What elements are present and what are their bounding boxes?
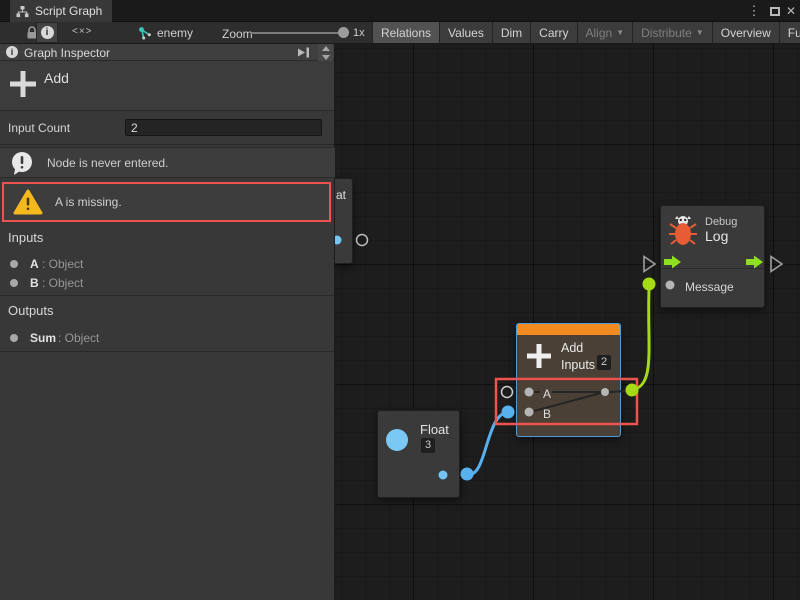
divider <box>0 351 334 352</box>
node-header: Debug Log <box>661 206 764 253</box>
align-dropdown[interactable]: Align▼ <box>578 22 634 43</box>
wire-float-to-b <box>467 412 508 474</box>
dim-button[interactable]: Dim <box>493 22 531 43</box>
port-type: : Object <box>58 331 99 345</box>
wire-sum-to-message <box>632 290 649 390</box>
graph-canvas[interactable]: at Float 3 Add Inputs 2 A B <box>335 44 800 600</box>
node-title: Add Inputs <box>561 340 595 374</box>
node-title-fragment: at <box>336 188 346 202</box>
info-message-text: Node is never entered. <box>47 156 168 170</box>
port-name: A <box>30 257 39 271</box>
selected-node-summary: Add <box>0 61 334 111</box>
plus-icon <box>8 69 38 99</box>
selected-node-title: Add <box>44 70 69 86</box>
divider <box>517 380 620 381</box>
wire-start-dot[interactable] <box>461 468 474 481</box>
node-title: Float <box>420 422 449 437</box>
toolbar: i <×> enemy Zoom 1x Relations Values Dim… <box>0 22 800 44</box>
toolbar-buttons: Relations Values Dim Carry Align▼ Distri… <box>372 22 800 43</box>
chevron-down-icon: ▼ <box>616 28 624 37</box>
graph-breadcrumb-icon <box>138 26 152 40</box>
info-message: Node is never entered. <box>0 147 335 178</box>
info-icon: i <box>41 26 54 39</box>
carry-button[interactable]: Carry <box>531 22 577 43</box>
divider <box>0 295 334 296</box>
input-count-row: Input Count <box>0 112 334 145</box>
input-port-row-a: A : Object <box>0 255 334 273</box>
port-dot-icon <box>10 260 18 268</box>
title-bar: Script Graph ⋮ ✕ <box>0 0 800 22</box>
port-dot-icon <box>10 334 18 342</box>
warning-message: A is missing. <box>2 182 331 222</box>
inspector-title: Graph Inspector <box>24 46 110 60</box>
port-name: B <box>30 276 39 290</box>
plus-icon <box>525 342 553 370</box>
graph-icon <box>16 5 29 18</box>
node-float-partial[interactable]: at <box>335 178 353 264</box>
wires-overlay <box>335 44 800 600</box>
speech-bubble-exclamation-icon <box>9 150 35 176</box>
wire-end-dot[interactable] <box>643 278 656 291</box>
node-debug-log[interactable]: Debug Log Message <box>660 205 765 308</box>
port-label-b: B <box>543 407 551 421</box>
warning-message-text: A is missing. <box>55 195 122 209</box>
full-screen-button[interactable]: Full Screen <box>780 22 800 43</box>
input-count-field[interactable] <box>125 119 322 136</box>
zoom-slider-handle[interactable] <box>338 27 349 38</box>
float-circle-icon <box>386 429 408 451</box>
bug-icon <box>669 213 697 247</box>
input-count-badge: 2 <box>597 355 611 370</box>
flow-out-triangle-icon[interactable] <box>771 257 782 272</box>
zoom-label: Zoom <box>222 27 253 41</box>
outputs-header: Outputs <box>8 303 54 318</box>
inspector-header: i Graph Inspector <box>0 44 334 61</box>
a-input-unconnected-circle[interactable] <box>502 387 513 398</box>
b-input-connection-dot[interactable] <box>502 406 515 419</box>
scroll-up-icon[interactable] <box>318 44 333 52</box>
values-button[interactable]: Values <box>440 22 493 43</box>
float-value-badge[interactable]: 3 <box>421 438 435 453</box>
scroll-down-icon[interactable] <box>318 53 333 61</box>
input-port-row-b: B : Object <box>0 274 334 292</box>
info-icon: i <box>6 46 18 58</box>
window-menu-icon[interactable]: ⋮ <box>746 0 762 22</box>
node-active-strip <box>517 324 620 335</box>
output-port-row-sum: Sum : Object <box>0 329 334 347</box>
zoom-value: 1x <box>353 27 365 39</box>
tab-script-graph[interactable]: Script Graph <box>10 0 112 22</box>
zoom-slider-track[interactable] <box>251 32 341 34</box>
distribute-dropdown[interactable]: Distribute▼ <box>633 22 713 43</box>
breadcrumb[interactable]: enemy <box>138 22 193 43</box>
scroll-spinner[interactable] <box>318 44 333 61</box>
relations-button[interactable]: Relations <box>373 22 440 43</box>
port-type: : Object <box>42 257 83 271</box>
overview-button[interactable]: Overview <box>713 22 780 43</box>
port-dot-icon <box>10 279 18 287</box>
code-preview-icon[interactable]: <×> <box>72 26 93 37</box>
unconnected-port-circle[interactable] <box>357 235 368 246</box>
flow-ports-row <box>661 253 764 269</box>
warning-triangle-icon <box>13 189 43 216</box>
breadcrumb-label: enemy <box>157 26 193 40</box>
window-maximize-icon[interactable] <box>767 0 783 22</box>
input-count-label: Input Count <box>8 121 70 135</box>
message-port-label: Message <box>685 280 734 294</box>
info-toggle-button[interactable]: i <box>36 22 58 43</box>
port-name: Sum <box>30 331 56 345</box>
flow-in-triangle-icon[interactable] <box>644 257 655 272</box>
node-add-inputs[interactable]: Add Inputs 2 A B <box>516 323 621 437</box>
node-title: Debug Log <box>705 216 737 244</box>
chevron-down-icon: ▼ <box>696 28 704 37</box>
port-label-a: A <box>543 387 551 401</box>
sum-output-dot[interactable] <box>626 384 639 397</box>
window-close-icon[interactable]: ✕ <box>783 0 799 22</box>
graph-inspector-panel: i Graph Inspector Add Input Count Node i… <box>0 44 335 600</box>
node-float[interactable]: Float 3 <box>377 410 460 498</box>
dock-panel-icon[interactable] <box>297 47 310 58</box>
port-type: : Object <box>42 276 83 290</box>
tab-label: Script Graph <box>35 4 102 18</box>
inputs-header: Inputs <box>8 230 43 245</box>
